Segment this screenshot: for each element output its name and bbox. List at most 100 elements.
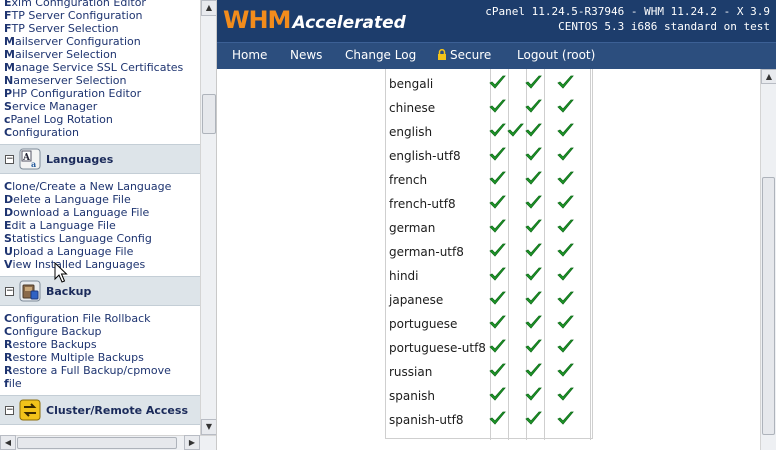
language-name: portuguese (389, 317, 458, 331)
check-icon (489, 315, 506, 329)
check-icon (557, 99, 574, 113)
check-icon (507, 123, 524, 137)
section-title-backup: Backup (46, 285, 92, 298)
sidebar-link-log-rotation-cont[interactable]: Configuration (4, 126, 79, 139)
header-bar: WHM Accelerated cPanel 11.24.5-R37946 - W… (217, 0, 776, 42)
section-header-backup[interactable]: − Backup (0, 276, 200, 306)
check-icon (557, 387, 574, 401)
table-row: bengali (386, 72, 592, 96)
sidebar-link-upload-language[interactable]: Upload a Language File (4, 245, 133, 258)
nav-logout[interactable]: Logout (root) (517, 48, 595, 62)
main-scrollbar[interactable]: ▲ (760, 69, 776, 450)
check-icon (489, 363, 506, 377)
language-name: spanish (389, 389, 436, 403)
collapse-icon[interactable]: − (5, 155, 14, 164)
sidebar-link-restore-multiple[interactable]: Restore Multiple Backups (4, 351, 144, 364)
check-icon (489, 291, 506, 305)
check-icon (489, 243, 506, 257)
sidebar-link-mail-config[interactable]: Mailserver Configuration (4, 35, 141, 48)
sidebar-link-log-rotation[interactable]: cPanel Log Rotation (4, 113, 113, 126)
sidebar-link-clone-language[interactable]: Clone/Create a New Language (4, 180, 171, 193)
check-icon (525, 195, 542, 209)
check-icon (525, 411, 542, 425)
table-row: english (386, 120, 592, 144)
language-name: german (389, 221, 436, 235)
scroll-up-icon[interactable]: ▲ (761, 69, 776, 84)
check-icon (525, 219, 542, 233)
sidebar-link-ftp-config[interactable]: FTP Server Configuration (4, 9, 143, 22)
check-icon (525, 147, 542, 161)
check-icon (489, 219, 506, 233)
language-name: spanish-utf8 (389, 413, 464, 427)
main-scroll-thumb[interactable] (762, 177, 775, 435)
nav-secure-label: Secure (450, 48, 492, 62)
sidebar-hscroll-thumb[interactable] (17, 437, 177, 449)
scroll-down-icon[interactable]: ▼ (201, 419, 216, 435)
sidebar-link-edit-language[interactable]: Edit a Language File (4, 219, 116, 232)
table-row: spanish (386, 384, 592, 408)
sidebar-link-restore-backups[interactable]: Restore Backups (4, 338, 97, 351)
sidebar-link-view-languages[interactable]: View Installed Languages (4, 258, 145, 271)
sidebar-link-mail-selection[interactable]: Mailserver Selection (4, 48, 117, 61)
table-row: hindi (386, 264, 592, 288)
scroll-up-icon[interactable]: ▲ (201, 0, 216, 16)
check-icon (525, 99, 542, 113)
sidebar-link-exim[interactable]: Exim Configuration Editor (4, 0, 146, 9)
table-row: spanish-utf8 (386, 408, 592, 432)
sidebar-link-ftp-selection[interactable]: FTP Server Selection (4, 22, 119, 35)
sidebar-link-config-rollback[interactable]: Configuration File Rollback (4, 312, 151, 325)
sidebar-link-delete-language[interactable]: Delete a Language File (4, 193, 131, 206)
sidebar-link-restore-full-cont[interactable]: file (4, 377, 22, 390)
nav-changelog[interactable]: Change Log (345, 48, 416, 62)
sidebar-scroll-thumb[interactable] (202, 94, 216, 134)
version-info: cPanel 11.24.5-R37946 - WHM 11.24.2 - X … (485, 4, 770, 34)
table-row: portuguese (386, 312, 592, 336)
table-row: portuguese-utf8 (386, 336, 592, 360)
language-name: french (389, 173, 428, 187)
nav-secure[interactable]: Secure (437, 48, 491, 62)
language-name: hindi (389, 269, 419, 283)
sidebar-link-php[interactable]: PHP Configuration Editor (4, 87, 141, 100)
language-name: bengali (389, 77, 434, 91)
sidebar-link-ssl[interactable]: Manage Service SSL Certificates (4, 61, 183, 74)
check-icon (557, 147, 574, 161)
sidebar-link-service-manager[interactable]: Service Manager (4, 100, 97, 113)
check-icon (525, 387, 542, 401)
version-line-1: cPanel 11.24.5-R37946 - WHM 11.24.2 - X … (485, 5, 770, 18)
sidebar: Exim Configuration Editor FTP Server Con… (0, 0, 217, 450)
sidebar-hscrollbar[interactable]: ◀ ▶ (0, 435, 216, 450)
version-line-2: CENTOS 5.3 i686 standard on test (558, 20, 770, 33)
table-row: german-utf8 (386, 240, 592, 264)
check-icon (557, 315, 574, 329)
section-header-languages[interactable]: − A a Languages (0, 144, 200, 174)
check-icon (557, 219, 574, 233)
svg-text:A: A (22, 153, 31, 163)
sidebar-scrollbar[interactable]: ▲ ▼ (200, 0, 216, 435)
check-icon (489, 267, 506, 281)
table-row: french (386, 168, 592, 192)
sidebar-link-configure-backup[interactable]: Configure Backup (4, 325, 102, 338)
scroll-right-icon[interactable]: ▶ (184, 435, 200, 450)
check-icon (557, 243, 574, 257)
sidebar-link-statistics-language[interactable]: Statistics Language Config (4, 232, 152, 245)
sidebar-link-download-language[interactable]: Download a Language File (4, 206, 149, 219)
collapse-icon[interactable]: − (5, 287, 14, 296)
whm-logo: WHM Accelerated (223, 6, 406, 34)
check-icon (489, 411, 506, 425)
nav-home[interactable]: Home (232, 48, 267, 62)
check-icon (525, 315, 542, 329)
check-icon (525, 339, 542, 353)
backup-icon (19, 280, 41, 302)
scroll-left-icon[interactable]: ◀ (0, 435, 16, 450)
collapse-icon[interactable]: − (5, 406, 14, 415)
sidebar-content: Exim Configuration Editor FTP Server Con… (0, 0, 200, 435)
section-title-cluster: Cluster/Remote Access (46, 404, 188, 417)
table-row: japanese (386, 288, 592, 312)
section-header-cluster[interactable]: − Cluster/Remote Access (0, 395, 200, 425)
check-icon (489, 99, 506, 113)
sidebar-link-restore-full[interactable]: Restore a Full Backup/cpmove (4, 364, 171, 377)
sidebar-link-nameserver[interactable]: Nameserver Selection (4, 74, 126, 87)
table-row: french-utf8 (386, 192, 592, 216)
nav-news[interactable]: News (290, 48, 322, 62)
check-icon (557, 363, 574, 377)
